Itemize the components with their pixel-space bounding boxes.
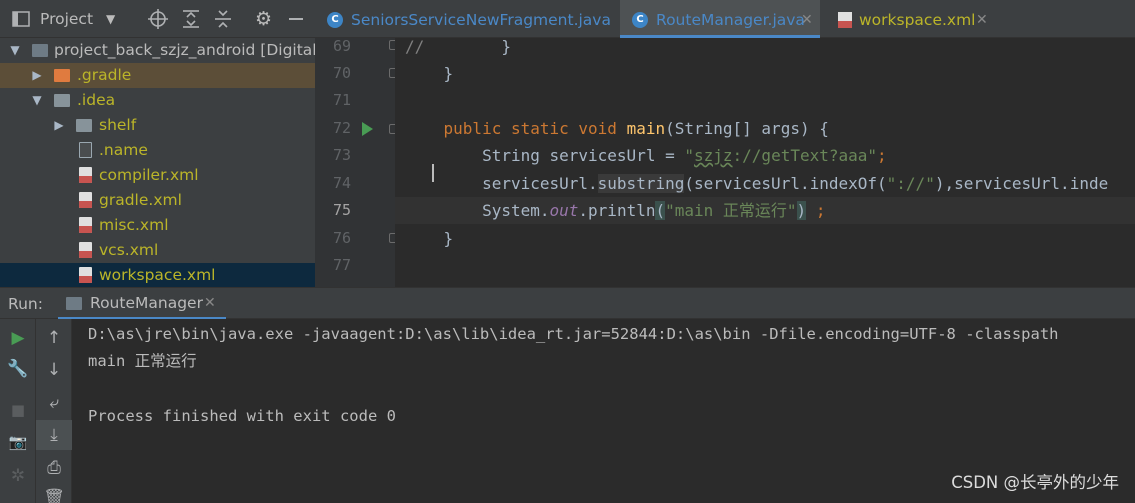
tab-workspace-xml[interactable]: workspace.xml ✕ [830, 0, 1000, 38]
module-folder-icon [32, 44, 48, 57]
code-line-72: public static void main(String[] args) { [405, 119, 829, 138]
project-panel-header: Project ▼ ⚙ [0, 0, 315, 38]
tree-item-gradle[interactable]: ▶ .gradle [0, 63, 315, 88]
tree-item-label: .idea [77, 91, 116, 109]
tree-item-misc-xml[interactable]: misc.xml [0, 213, 315, 238]
tree-item-name-file[interactable]: .name [0, 138, 315, 163]
wrench-icon[interactable]: 🔧 [0, 354, 36, 384]
code-line-70: } [405, 64, 454, 83]
run-toolbar-secondary: ↑ ↓ ⤶ ⤓ ⎙ 🗑 [36, 319, 72, 503]
chevron-down-icon[interactable]: ▼ [106, 0, 115, 38]
tab-label: SeniorsServiceNewFragment.java [351, 11, 611, 29]
close-icon[interactable]: ✕ [801, 0, 813, 40]
tree-item-label: .name [99, 141, 148, 159]
run-toolbar-primary: ▶ 🔧 ■ 📷 ✲ [0, 319, 36, 503]
gear-icon[interactable]: ⚙ [255, 0, 272, 38]
tab-label: RouteManager.java [656, 11, 805, 29]
expand-all-icon[interactable] [182, 0, 200, 38]
tree-item-label: project_back_szjz_android [DigitalM [54, 41, 315, 59]
line-number: 73 [332, 146, 351, 164]
settings-disabled-icon[interactable]: ✲ [0, 461, 36, 491]
xml-file-icon [79, 217, 92, 233]
project-view-icon[interactable] [12, 0, 30, 38]
tree-item-project-root[interactable]: ▼ project_back_szjz_android [DigitalM [0, 38, 315, 63]
console-line: Process finished with exit code 0 [88, 407, 396, 425]
tree-item-gradle-xml[interactable]: gradle.xml [0, 188, 315, 213]
project-view-title[interactable]: Project [40, 0, 93, 38]
text-caret [432, 164, 434, 182]
folder-icon [54, 94, 70, 107]
tree-item-label: .gradle [77, 66, 132, 84]
tree-item-vcs-xml[interactable]: vcs.xml [0, 238, 315, 263]
code-line-75: System.out.println("main 正常运行") ; [405, 201, 826, 220]
xml-file-icon [79, 242, 92, 258]
text-file-icon [79, 142, 92, 158]
xml-file-icon [838, 12, 852, 28]
xml-file-icon [79, 167, 92, 183]
chevron-right-icon[interactable]: ▶ [30, 63, 44, 88]
soft-wrap-icon[interactable]: ⤶ [36, 388, 72, 418]
code-editor[interactable]: // } } public static void main(String[] … [395, 38, 1135, 287]
code-line-76: } [405, 229, 454, 248]
print-icon[interactable]: ⎙ [36, 453, 72, 483]
tree-item-label: vcs.xml [99, 241, 159, 259]
console-line: main 正常运行 [88, 352, 197, 370]
run-tab-label: RouteManager [90, 294, 203, 312]
tree-item-label: gradle.xml [99, 191, 182, 209]
editor-gutter: 69 70 71 72 73 74 75 76 77 [315, 37, 399, 287]
tree-item-idea[interactable]: ▼ .idea [0, 88, 315, 113]
code-line-69: // } [405, 38, 511, 56]
arrow-down-icon[interactable]: ↓ [36, 355, 72, 385]
line-number: 70 [332, 64, 351, 82]
close-icon[interactable]: ✕ [204, 288, 216, 318]
line-number: 74 [332, 174, 351, 192]
tab-label: workspace.xml [859, 11, 976, 29]
line-number: 69 [332, 37, 351, 55]
line-number: 77 [332, 256, 351, 274]
folder-icon [54, 69, 70, 82]
tree-item-shelf[interactable]: ▶ shelf [0, 113, 315, 138]
scroll-to-end-icon[interactable]: ⤓ [36, 420, 72, 450]
run-tab-route-manager[interactable]: RouteManager ✕ [58, 288, 226, 320]
rerun-icon[interactable]: ▶ [0, 323, 36, 353]
locate-icon[interactable] [148, 0, 168, 38]
run-panel-header: Run: RouteManager ✕ [0, 287, 1135, 320]
tree-item-compiler-xml[interactable]: compiler.xml [0, 163, 315, 188]
trash-icon[interactable]: 🗑 [36, 483, 72, 503]
java-class-icon: C [632, 12, 648, 28]
tree-item-label: misc.xml [99, 216, 169, 234]
stop-icon[interactable]: ■ [0, 395, 36, 425]
arrow-up-icon[interactable]: ↑ [36, 323, 72, 353]
run-main-icon[interactable] [362, 122, 373, 136]
xml-file-icon [79, 267, 92, 283]
run-label: Run: [8, 295, 43, 313]
watermark: CSDN @长亭外的少年 [951, 473, 1119, 492]
line-number: 72 [332, 119, 351, 137]
tree-item-workspace-xml[interactable]: workspace.xml [0, 263, 315, 287]
tree-item-label: compiler.xml [99, 166, 199, 184]
tab-seniors-service-new-fragment[interactable]: C SeniorsServiceNewFragment.java [315, 0, 620, 38]
line-number: 71 [332, 91, 351, 109]
console-line: D:\as\jre\bin\java.exe -javaagent:D:\as\… [88, 325, 1059, 343]
tree-item-label: workspace.xml [99, 266, 216, 284]
editor-tab-bar: C SeniorsServiceNewFragment.java C Route… [315, 0, 1135, 38]
chevron-down-icon[interactable]: ▼ [8, 38, 22, 63]
line-number-current: 75 [332, 201, 351, 219]
minimize-icon[interactable] [288, 0, 304, 38]
chevron-down-icon[interactable]: ▼ [30, 88, 44, 113]
folder-icon [76, 119, 92, 132]
java-class-icon: C [327, 12, 343, 28]
project-panel: Project ▼ ⚙ ▼ project_back_szjz_android … [0, 0, 315, 287]
chevron-right-icon[interactable]: ▶ [52, 113, 66, 138]
code-line-74: servicesUrl.substring(servicesUrl.indexO… [405, 174, 1109, 193]
xml-file-icon [79, 192, 92, 208]
run-config-icon [66, 297, 82, 310]
code-line-73: String servicesUrl = "szjz://getText?aaa… [405, 146, 887, 165]
tab-route-manager[interactable]: C RouteManager.java ✕ [620, 0, 820, 38]
collapse-all-icon[interactable] [214, 0, 232, 38]
close-icon[interactable]: ✕ [976, 0, 988, 40]
line-number: 76 [332, 229, 351, 247]
tree-item-label: shelf [99, 116, 137, 134]
camera-icon[interactable]: 📷 [0, 427, 36, 457]
